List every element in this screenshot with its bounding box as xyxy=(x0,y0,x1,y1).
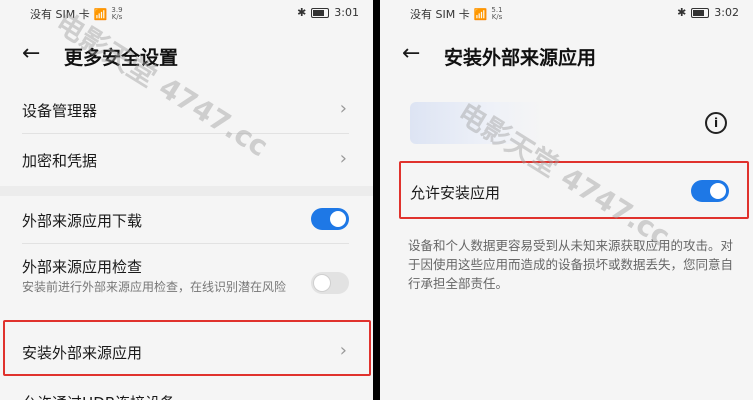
setting-label: 外部来源应用下载 xyxy=(22,212,143,230)
page-title: 安装外部来源应用 xyxy=(444,47,597,69)
network-speed: 3.9 K/s xyxy=(111,6,123,21)
menu-item-label: 加密和凭据 xyxy=(22,152,98,170)
highlight-box xyxy=(399,161,749,219)
menu-item-label: 设备管理器 xyxy=(22,102,98,120)
screen-install-external-apps: 没有 SIM 卡 📶 5.1 K/s ✱ 3:02 ← 安装外部来源应用 i 允许… xyxy=(380,0,753,400)
bluetooth-icon: ✱ xyxy=(677,6,687,19)
setting-external-app-check: 外部来源应用检查 安装前进行外部来源应用检查，在线识别潜在风险 xyxy=(0,250,373,312)
info-icon[interactable]: i xyxy=(705,112,727,134)
wifi-icon: 📶 xyxy=(473,7,488,21)
status-bar: 没有 SIM 卡 📶 5.1 K/s ✱ 3:02 xyxy=(380,0,753,26)
status-time: 3:02 xyxy=(714,6,739,19)
network-speed: 5.1 K/s xyxy=(491,6,503,21)
divider xyxy=(22,243,349,244)
chevron-right-icon: › xyxy=(339,148,347,169)
screen-more-security-settings: 没有 SIM 卡 📶 3.9 K/s ✱ 3:01 ← 更多安全设置 设备管理器 … xyxy=(0,0,373,400)
chevron-right-icon: › xyxy=(339,98,347,119)
external-download-toggle[interactable] xyxy=(311,208,349,230)
back-arrow-icon[interactable]: ← xyxy=(402,42,420,66)
menu-item-label: 允许通过HDB连接设备 xyxy=(22,392,175,400)
app-bar: ← 更多安全设置 xyxy=(0,38,373,72)
carrier-text: 没有 SIM 卡 xyxy=(30,8,90,21)
section-gap xyxy=(0,186,373,196)
menu-item-encryption-credentials[interactable]: 加密和凭据 › xyxy=(0,142,373,178)
app-bar: ← 安装外部来源应用 xyxy=(380,38,753,72)
bluetooth-icon: ✱ xyxy=(297,6,307,19)
setting-description: 安装前进行外部来源应用检查，在线识别潜在风险 xyxy=(22,280,287,294)
warning-description: 设备和个人数据更容易受到从未知来源获取应用的攻击。对于因使用这些应用而造成的设备… xyxy=(408,238,734,291)
battery-icon xyxy=(311,7,330,18)
menu-item-device-manager[interactable]: 设备管理器 › xyxy=(0,92,373,128)
setting-external-app-download: 外部来源应用下载 xyxy=(0,202,373,238)
setting-label: 外部来源应用检查 xyxy=(22,258,143,276)
highlight-box xyxy=(3,320,371,376)
status-time: 3:01 xyxy=(334,6,359,19)
watermark-text: 电影天堂 4747.cc xyxy=(49,6,274,164)
divider xyxy=(22,133,349,134)
back-arrow-icon[interactable]: ← xyxy=(22,42,40,66)
wifi-icon: 📶 xyxy=(93,7,108,21)
battery-icon xyxy=(691,7,710,18)
status-bar: 没有 SIM 卡 📶 3.9 K/s ✱ 3:01 xyxy=(0,0,373,26)
page-title: 更多安全设置 xyxy=(64,47,179,69)
carrier-text: 没有 SIM 卡 xyxy=(410,8,470,21)
external-check-toggle[interactable] xyxy=(311,272,349,294)
app-icon xyxy=(410,102,542,144)
menu-item-hdb-connection[interactable]: 允许通过HDB连接设备 xyxy=(0,386,373,400)
